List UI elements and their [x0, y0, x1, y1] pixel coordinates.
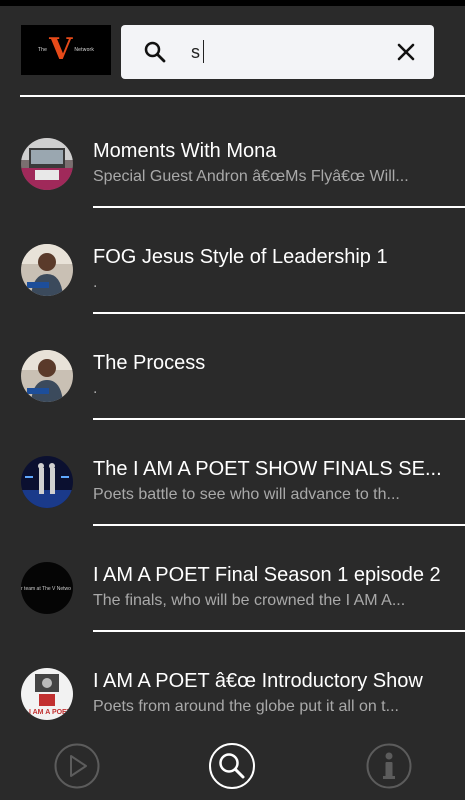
- episode-subtitle: Special Guest Andron â€œMs Flyâ€œ Will..…: [93, 168, 409, 185]
- logo-letter: V: [49, 32, 73, 67]
- thumbnail-text: I AM A POET: [29, 709, 72, 716]
- search-icon[interactable]: [143, 40, 167, 64]
- item-divider: [93, 524, 465, 526]
- play-icon[interactable]: [53, 742, 101, 790]
- episode-thumbnail: [21, 350, 73, 402]
- list-item[interactable]: The Process .: [0, 322, 465, 428]
- episode-subtitle: The finals, who will be crowned the I AM…: [93, 592, 406, 609]
- list-item[interactable]: The I AM A POET SHOW FINALS SE... Poets …: [0, 428, 465, 534]
- episode-subtitle: .: [93, 274, 98, 291]
- text-caret: [203, 40, 204, 63]
- episode-title: Moments With Mona: [93, 140, 277, 162]
- episode-title: I AM A POET Final Season 1 episode 2: [93, 564, 441, 586]
- list-item[interactable]: FOG Jesus Style of Leadership 1 .: [0, 216, 465, 322]
- episode-thumbnail: I AM A POET: [21, 668, 73, 720]
- item-divider: [93, 206, 465, 208]
- episode-title: The Process: [93, 352, 206, 374]
- header-divider: [20, 95, 465, 97]
- episode-title: FOG Jesus Style of Leadership 1: [93, 246, 388, 268]
- episode-thumbnail: [21, 138, 73, 190]
- item-divider: [93, 630, 465, 632]
- episode-subtitle: .: [93, 380, 98, 397]
- episode-subtitle: Poets battle to see who will advance to …: [93, 486, 400, 503]
- logo-small-text: The: [37, 47, 48, 53]
- app-screen: The V Network s Moments With Mona Specia…: [0, 0, 465, 800]
- list-item[interactable]: I AM A POET I AM A POET â€œ Introductory…: [0, 640, 465, 720]
- search-nav-icon[interactable]: [208, 742, 256, 790]
- logo-small-text-2: Network: [74, 47, 95, 53]
- search-bar[interactable]: [121, 25, 434, 79]
- app-logo[interactable]: The V Network: [21, 25, 111, 75]
- list-item[interactable]: Moments With Mona Special Guest Andron â…: [0, 110, 465, 216]
- search-input[interactable]: [191, 37, 381, 67]
- list-item[interactable]: r team at The V Netwo I AM A POET Final …: [0, 534, 465, 640]
- close-icon[interactable]: [393, 39, 419, 65]
- episode-thumbnail: [21, 456, 73, 508]
- item-divider: [93, 418, 465, 420]
- episode-title: The I AM A POET SHOW FINALS SE...: [93, 458, 442, 480]
- info-icon[interactable]: [365, 742, 413, 790]
- episode-subtitle: Poets from around the globe put it all o…: [93, 698, 399, 715]
- search-results-list[interactable]: Moments With Mona Special Guest Andron â…: [0, 110, 465, 720]
- episode-thumbnail: [21, 244, 73, 296]
- episode-title: I AM A POET â€œ Introductory Show: [93, 670, 423, 692]
- thumbnail-text: r team at The V Netwo: [21, 586, 71, 592]
- item-divider: [93, 312, 465, 314]
- bottom-navigation: [0, 720, 465, 800]
- header: The V Network: [0, 6, 465, 97]
- episode-thumbnail: r team at The V Netwo: [21, 562, 73, 614]
